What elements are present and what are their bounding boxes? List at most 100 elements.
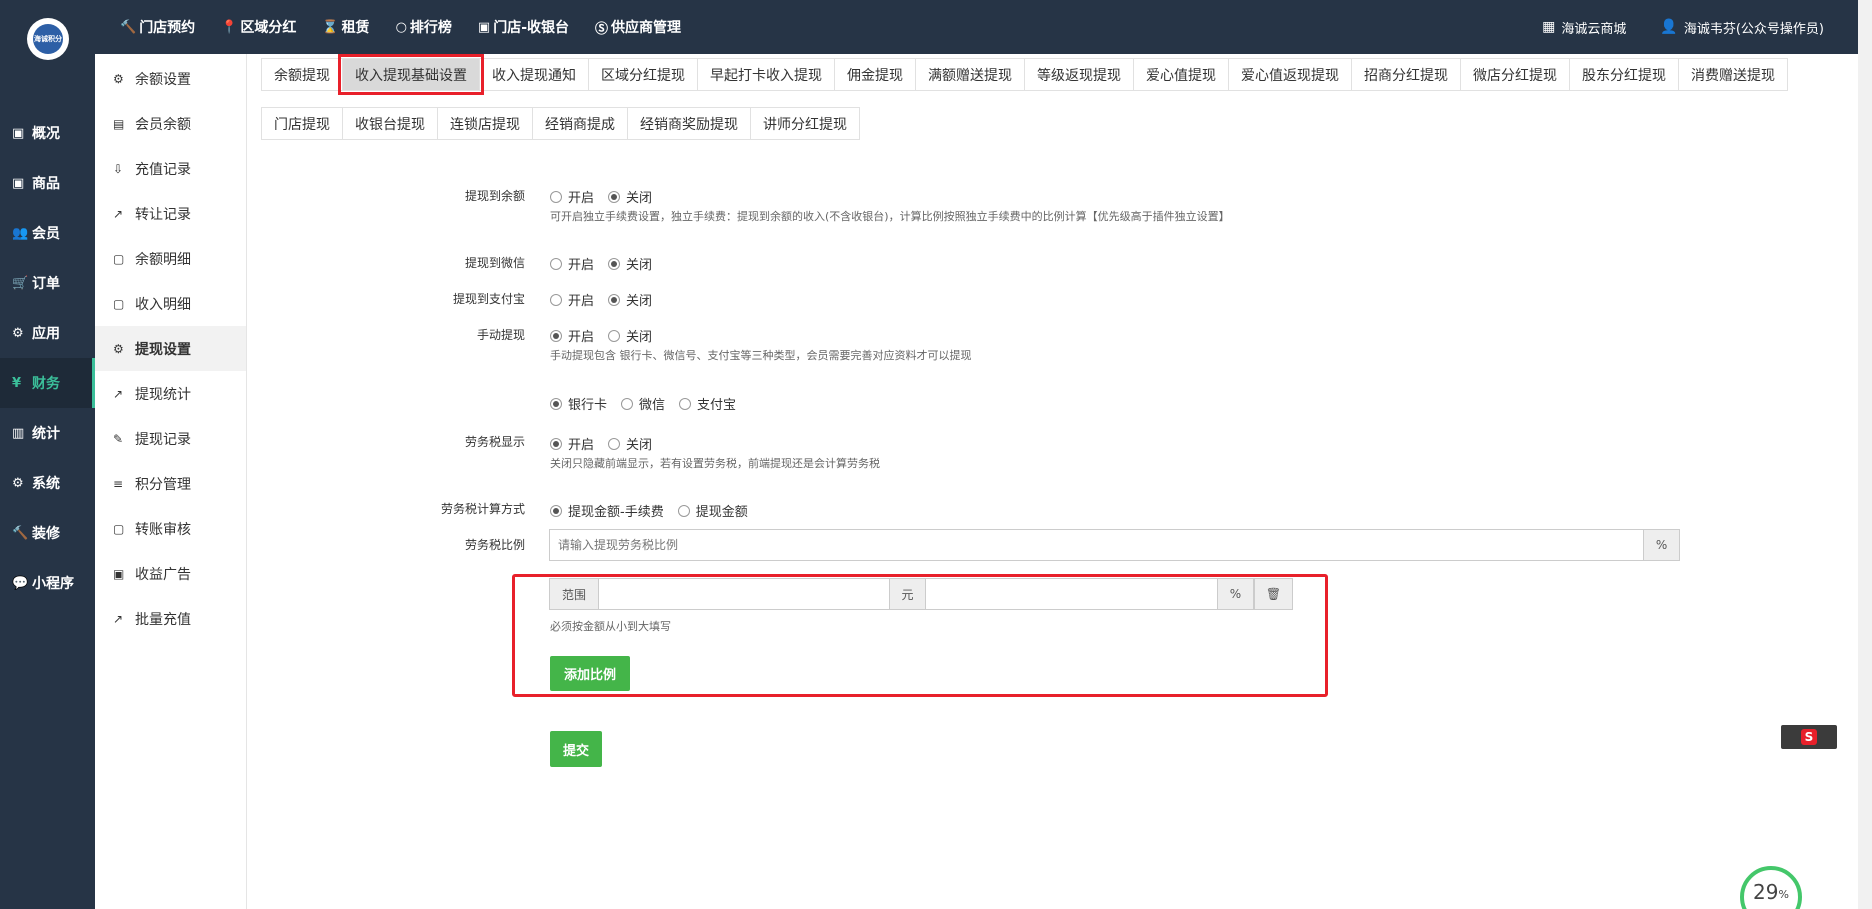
submit-button[interactable]: 提交 bbox=[550, 731, 602, 767]
radio-checked-icon[interactable] bbox=[550, 437, 562, 450]
subside-item-income-ads[interactable]: ▣ 收益广告 bbox=[95, 551, 246, 596]
type-bank[interactable]: 银行卡 bbox=[550, 394, 607, 413]
tab-row1-13[interactable]: 消费赠送提现 bbox=[1678, 58, 1788, 91]
topnav-item-3[interactable]: ○ 排行榜 bbox=[396, 17, 452, 37]
topnav-item-5[interactable]: Ⓢ 供应商管理 bbox=[595, 17, 681, 37]
mainside-item-apps[interactable]: ⚙ 应用 bbox=[0, 308, 95, 358]
tab-row1-2[interactable]: 收入提现通知 bbox=[479, 58, 589, 91]
subside-item-withdraw-stats[interactable]: ↗ 提现统计 bbox=[95, 371, 246, 416]
tab-row1-9[interactable]: 爱心值返现提现 bbox=[1228, 58, 1352, 91]
tab-row1-0[interactable]: 余额提现 bbox=[261, 58, 343, 91]
transfer-records-icon: ↗ bbox=[113, 206, 124, 221]
to-wechat-off[interactable]: 关闭 bbox=[608, 254, 652, 273]
manual-off[interactable]: 关闭 bbox=[608, 326, 652, 345]
radio-checked-icon[interactable] bbox=[550, 504, 562, 517]
to-balance-off[interactable]: 关闭 bbox=[608, 187, 652, 206]
tab-row1-4[interactable]: 早起打卡收入提现 bbox=[697, 58, 835, 91]
to-balance-on[interactable]: 开启 bbox=[550, 187, 594, 206]
radio-icon[interactable] bbox=[608, 437, 621, 450]
type-wechat[interactable]: 微信 bbox=[621, 394, 665, 413]
radio-checked-icon[interactable] bbox=[550, 397, 562, 410]
radio-icon[interactable] bbox=[679, 397, 692, 410]
radio-icon[interactable] bbox=[550, 293, 562, 306]
members-icon: 👥 bbox=[12, 225, 29, 241]
to-alipay-off[interactable]: 关闭 bbox=[608, 290, 652, 309]
to-balance-options: 开启 关闭 bbox=[550, 187, 666, 206]
radio-checked-icon[interactable] bbox=[608, 190, 621, 203]
topnav-item-2[interactable]: ⌛ 租赁 bbox=[322, 17, 369, 37]
tab-row2-1[interactable]: 收银台提现 bbox=[342, 107, 438, 140]
subside-item-withdraw-records[interactable]: ✎ 提现记录 bbox=[95, 416, 246, 461]
manual-on[interactable]: 开启 bbox=[550, 326, 594, 345]
mainside-item-system[interactable]: ⚙ 系统 bbox=[0, 458, 95, 508]
radio-icon[interactable] bbox=[608, 329, 621, 342]
type-alipay[interactable]: 支付宝 bbox=[679, 394, 736, 413]
subside-item-income-details[interactable]: ▢ 收入明细 bbox=[95, 281, 246, 326]
mainside-item-decorate[interactable]: 🔨 装修 bbox=[0, 508, 95, 558]
option-label: 开启 bbox=[568, 294, 595, 309]
radio-icon[interactable] bbox=[550, 257, 562, 270]
logo[interactable]: 海诚积分 bbox=[27, 18, 69, 60]
to-alipay-on[interactable]: 开启 bbox=[550, 290, 594, 309]
mainside-item-overview[interactable]: ▣ 概况 bbox=[0, 108, 95, 158]
tab-row2-4[interactable]: 经销商奖励提现 bbox=[627, 107, 751, 140]
scrollbar[interactable] bbox=[1858, 0, 1872, 909]
labor-tax-ratio-label: 劳务税比例 bbox=[464, 538, 525, 552]
tab-row1-11[interactable]: 微店分红提现 bbox=[1460, 58, 1570, 91]
subside-item-withdraw-settings[interactable]: ⚙ 提现设置 bbox=[95, 326, 246, 371]
subside-item-member-balance[interactable]: ▤ 会员余额 bbox=[95, 101, 246, 146]
labor-tax-display-off[interactable]: 关闭 bbox=[608, 434, 652, 453]
subside-item-points-management[interactable]: ≡ 积分管理 bbox=[95, 461, 246, 506]
tab-row1-10[interactable]: 招商分红提现 bbox=[1351, 58, 1461, 91]
radio-checked-icon[interactable] bbox=[608, 257, 621, 270]
radio-checked-icon[interactable] bbox=[608, 293, 621, 306]
mainside-item-finance[interactable]: ¥ 财务 bbox=[0, 358, 95, 408]
subside-item-batch-recharge[interactable]: ↗ 批量充值 bbox=[95, 596, 246, 641]
mainside-item-miniprogram[interactable]: 💬 小程序 bbox=[0, 558, 95, 608]
ime-toolbar[interactable]: S bbox=[1781, 725, 1837, 749]
mainside-item-orders[interactable]: 🛒 订单 bbox=[0, 258, 95, 308]
tab-row1-7[interactable]: 等级返现提现 bbox=[1024, 58, 1134, 91]
radio-icon[interactable] bbox=[621, 397, 634, 410]
radio-icon[interactable] bbox=[677, 504, 690, 517]
to-wechat-on[interactable]: 开启 bbox=[550, 254, 594, 273]
user-icon: 👤 bbox=[1660, 19, 1678, 35]
topnav-item-1[interactable]: 📍 区域分红 bbox=[221, 17, 296, 37]
topnav-item-0[interactable]: 🔨 门店预约 bbox=[120, 17, 195, 37]
topnav-item-4[interactable]: ▣ 门店-收银台 bbox=[478, 17, 569, 37]
subside-item-balance-details[interactable]: ▢ 余额明细 bbox=[95, 236, 246, 281]
mainside-item-members[interactable]: 👥 会员 bbox=[0, 208, 95, 258]
to-wechat-label: 提现到微信 bbox=[464, 256, 525, 270]
tab-row1-6[interactable]: 满额赠送提现 bbox=[915, 58, 1025, 91]
labor-tax-method-opt1[interactable]: 提现金额-手续费 bbox=[550, 501, 664, 520]
subside-item-balance-settings[interactable]: ⚙ 余额设置 bbox=[95, 56, 246, 101]
shop-label: 海诚云商城 bbox=[1561, 21, 1627, 37]
tab-row1-3[interactable]: 区域分红提现 bbox=[588, 58, 698, 91]
tab-row1-1[interactable]: 收入提现基础设置 bbox=[338, 54, 484, 95]
tab-row1-5[interactable]: 佣金提现 bbox=[834, 58, 916, 91]
radio-icon[interactable] bbox=[550, 190, 562, 203]
option-label: 关闭 bbox=[626, 258, 653, 273]
tab-row1-12[interactable]: 股东分红提现 bbox=[1569, 58, 1679, 91]
labor-tax-ratio-input[interactable] bbox=[550, 530, 1644, 560]
labor-tax-display-on[interactable]: 开启 bbox=[550, 434, 594, 453]
tab-row2-5[interactable]: 讲师分红提现 bbox=[750, 107, 860, 140]
mainside-item-goods[interactable]: ▣ 商品 bbox=[0, 158, 95, 208]
radio-checked-icon[interactable] bbox=[550, 329, 562, 342]
hammer-icon: 🔨 bbox=[120, 19, 137, 35]
user-menu[interactable]: 👤 海诚韦芬(公众号操作员) bbox=[1660, 18, 1824, 37]
tab-row2-3[interactable]: 经销商提成 bbox=[532, 107, 628, 140]
tab-row2-2[interactable]: 连锁店提现 bbox=[437, 107, 533, 140]
option-label: 支付宝 bbox=[697, 398, 737, 413]
subside-item-transfer-review[interactable]: ▢ 转账审核 bbox=[95, 506, 246, 551]
subside-item-transfer-records[interactable]: ↗ 转让记录 bbox=[95, 191, 246, 236]
tab-row1-8[interactable]: 爱心值提现 bbox=[1133, 58, 1229, 91]
tab-row2-0[interactable]: 门店提现 bbox=[261, 107, 343, 140]
option-label: 关闭 bbox=[626, 191, 653, 206]
shop-link[interactable]: ▦ 海诚云商城 bbox=[1542, 18, 1626, 37]
labor-tax-method-opt2[interactable]: 提现金额 bbox=[677, 501, 748, 520]
to-wechat-options: 开启 关闭 bbox=[550, 254, 666, 273]
subside-item-recharge-records[interactable]: ⇩ 充值记录 bbox=[95, 146, 246, 191]
system-icon: ⚙ bbox=[12, 475, 24, 491]
mainside-item-stats[interactable]: ▥ 统计 bbox=[0, 408, 95, 458]
